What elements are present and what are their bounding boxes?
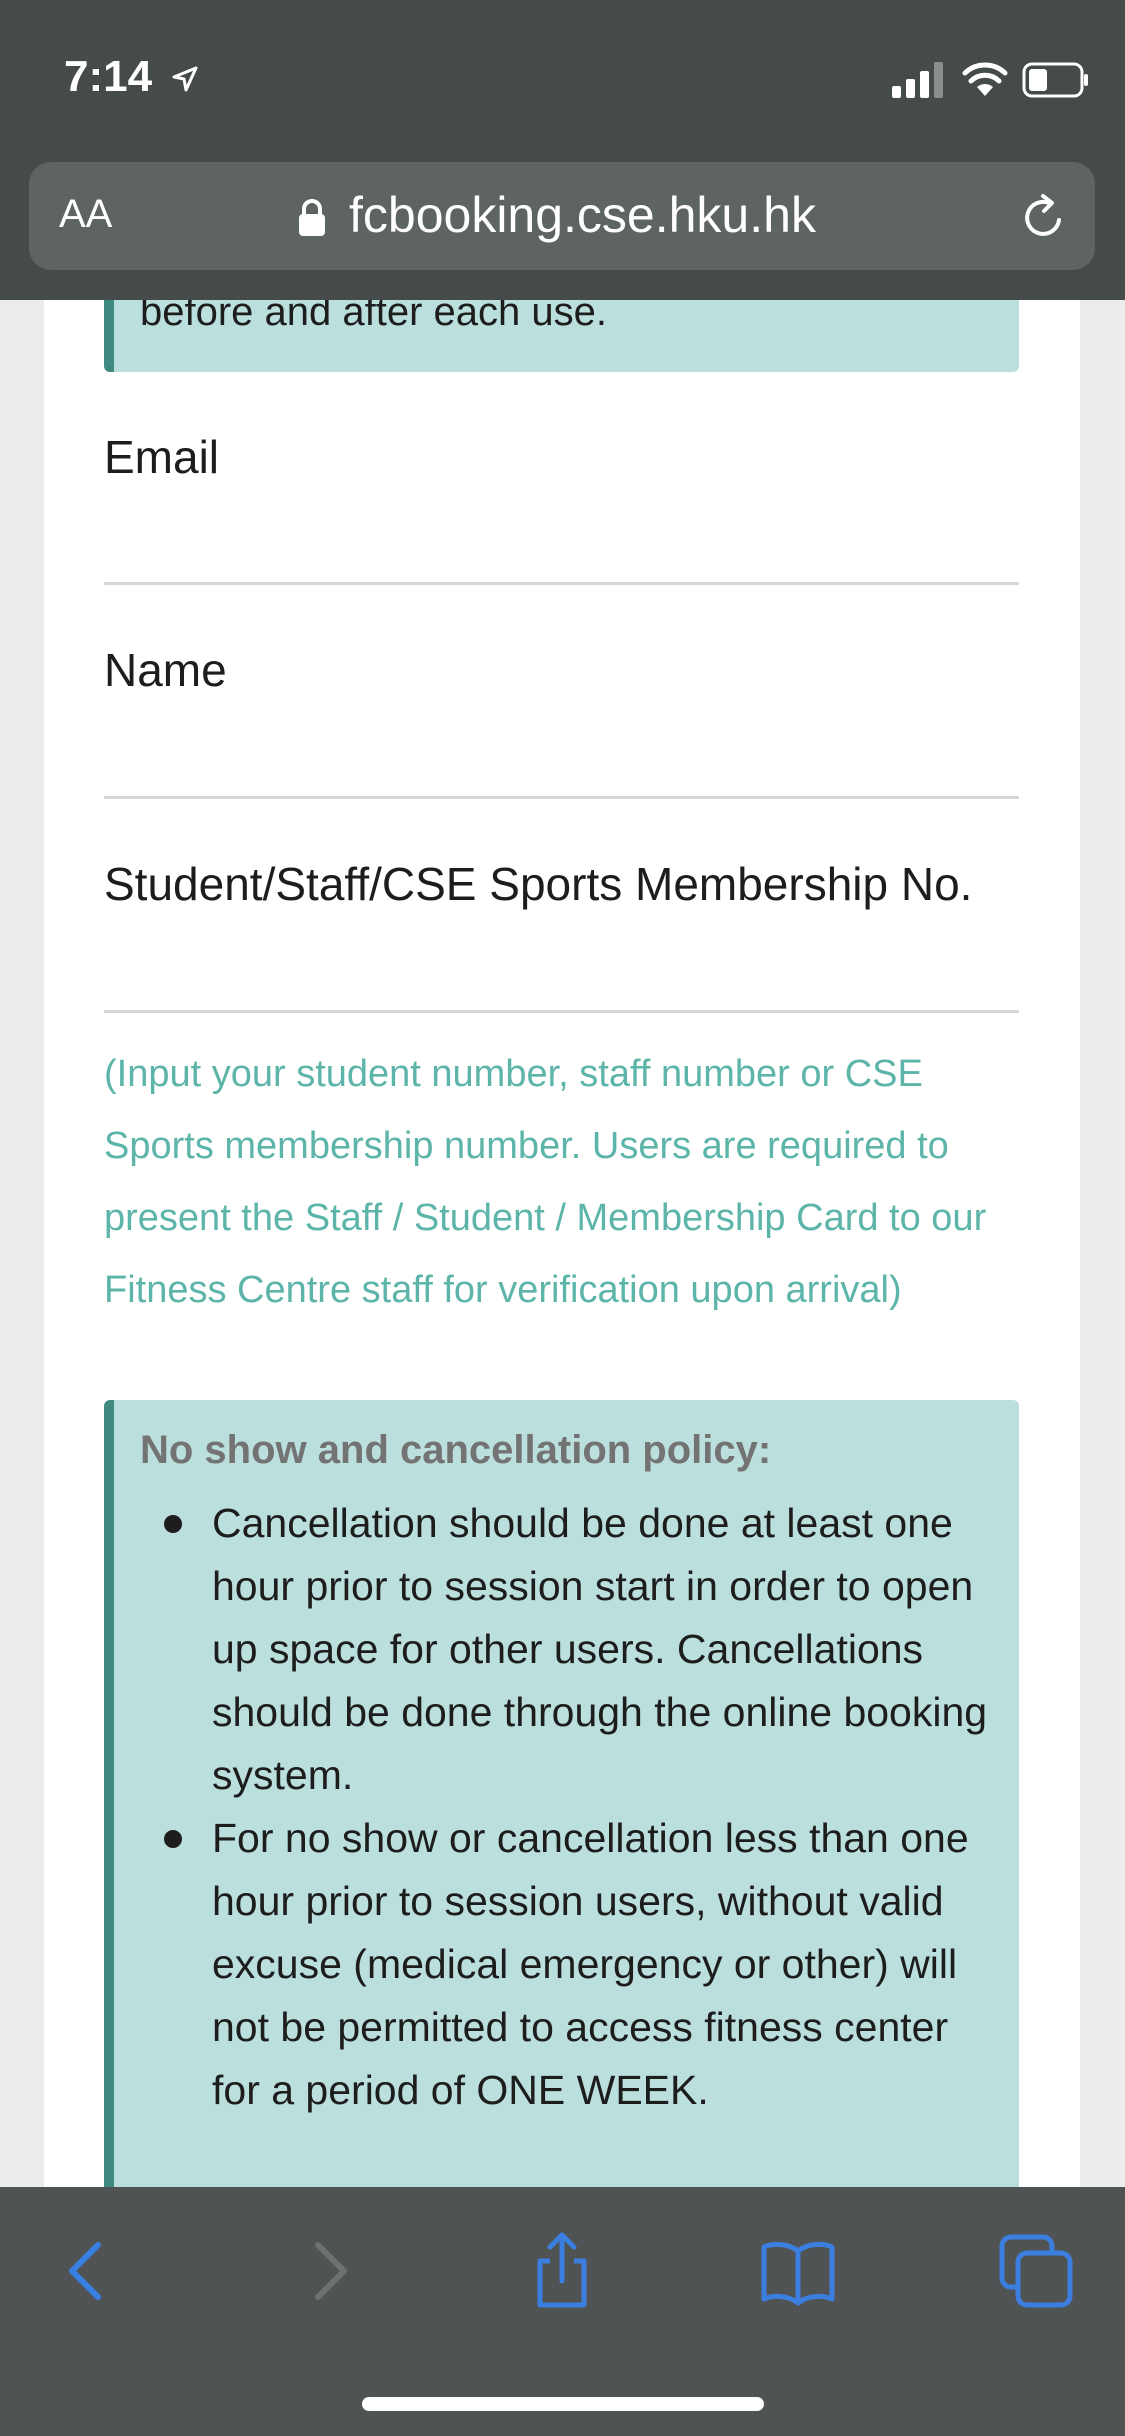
name-label: Name	[104, 644, 227, 696]
bullet-icon	[164, 1830, 182, 1848]
policy-item-text: Cancellation should be done at least one…	[212, 1500, 988, 1798]
email-label: Email	[104, 431, 220, 483]
bookmarks-icon[interactable]	[758, 2231, 838, 2311]
name-field-underline	[104, 796, 1019, 799]
email-field[interactable]	[104, 510, 1019, 580]
text-size-label: AA	[59, 192, 113, 236]
bullet-icon	[164, 1515, 182, 1533]
membership-field-underline	[104, 1010, 1019, 1013]
hygiene-notice: before and after each use.	[104, 300, 1019, 372]
membership-label: Student/Staff/CSE Sports Membership No.	[104, 858, 973, 910]
cancellation-policy-notice: No show and cancellation policy: Cancell…	[104, 1400, 1019, 2190]
back-icon[interactable]	[46, 2231, 126, 2311]
browser-top-bar: 7:14 AA fcbooking.cse.hku.hk	[0, 0, 1125, 300]
forward-icon[interactable]	[290, 2231, 370, 2311]
lock-icon	[299, 199, 325, 236]
status-time-text: 7:14	[64, 52, 153, 101]
hygiene-notice-text: before and after each use.	[140, 300, 607, 334]
share-icon[interactable]	[522, 2231, 602, 2311]
url-text: fcbooking.cse.hku.hk	[349, 187, 816, 243]
home-indicator	[362, 2397, 764, 2411]
status-time: 7:14	[64, 52, 200, 102]
policy-item: Cancellation should be done at least one…	[164, 1492, 992, 1807]
address-bar[interactable]: AA fcbooking.cse.hku.hk	[29, 162, 1095, 270]
reload-icon[interactable]	[1017, 190, 1071, 244]
battery-icon	[1022, 62, 1088, 98]
tabs-icon[interactable]	[996, 2231, 1076, 2311]
membership-help-text: (Input your student number, staff number…	[104, 1053, 987, 1311]
policy-title: No show and cancellation policy:	[140, 1428, 772, 1472]
cellular-signal-icon	[892, 62, 943, 98]
wifi-icon	[962, 62, 1008, 96]
policy-item-text: For no show or cancellation less than on…	[212, 1815, 969, 2113]
email-field-underline	[104, 582, 1019, 585]
booking-form-page: before and after each use. Email Name St…	[44, 300, 1080, 2190]
policy-list: Cancellation should be done at least one…	[164, 1492, 992, 2122]
text-size-button[interactable]: AA	[59, 192, 112, 237]
policy-item: For no show or cancellation less than on…	[164, 1807, 992, 2122]
location-arrow-icon	[172, 66, 198, 92]
name-field[interactable]	[104, 724, 1019, 794]
membership-number-field[interactable]	[104, 938, 1019, 1008]
